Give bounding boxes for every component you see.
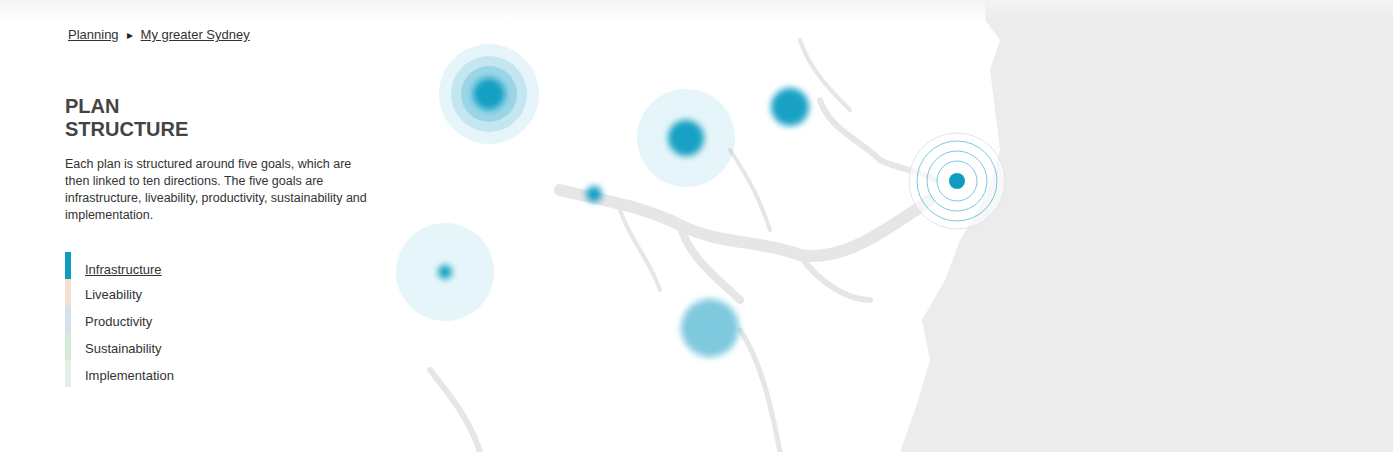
hub-marker[interactable] — [771, 88, 809, 126]
marker-ring — [917, 141, 997, 221]
breadcrumb: Planning ▸ My greater Sydney — [65, 27, 385, 43]
marker-halo — [396, 223, 494, 321]
plan-structure-page: Planning ▸ My greater Sydney PLANSTRUCTURE E… — [0, 0, 1393, 452]
goal-label[interactable]: Productivity — [71, 309, 152, 330]
marker-halo — [637, 89, 735, 187]
goal-label[interactable]: Sustainability — [71, 336, 162, 357]
breadcrumb-separator-icon: ▸ — [127, 27, 133, 43]
hub-marker[interactable] — [681, 299, 739, 357]
marker-core — [473, 78, 505, 110]
title-line: STRUCTURE — [65, 118, 385, 141]
top-shadow — [0, 0, 1393, 20]
marker-core — [771, 88, 809, 126]
waterways — [430, 40, 935, 452]
goal-item[interactable]: Sustainability — [65, 333, 385, 360]
hub-marker[interactable] — [909, 133, 1005, 229]
breadcrumb-link[interactable]: Planning — [68, 27, 119, 43]
goal-item[interactable]: Productivity — [65, 306, 385, 333]
hub-marker[interactable] — [637, 89, 735, 187]
panel-title: PLANSTRUCTURE — [65, 95, 385, 141]
marker-core — [438, 265, 452, 279]
marker-halo — [439, 44, 539, 144]
land-mass — [900, 0, 1393, 452]
goal-color-bar — [65, 360, 71, 387]
goal-item[interactable]: Infrastructure — [65, 252, 385, 279]
goal-label[interactable]: Implementation — [71, 363, 174, 384]
marker-core — [681, 299, 739, 357]
title-line: PLAN — [65, 95, 385, 118]
marker-ring — [927, 151, 987, 211]
goal-color-bar — [65, 306, 71, 333]
info-panel: Planning ▸ My greater Sydney PLANSTRUCTURE E… — [0, 0, 385, 387]
goal-color-bar — [65, 279, 71, 306]
goal-label[interactable]: Infrastructure — [71, 253, 162, 278]
goal-color-bar — [65, 333, 71, 360]
marker-core — [949, 173, 965, 189]
marker-ring — [937, 161, 977, 201]
goal-list: Infrastructure Liveability Productivity Sus… — [65, 252, 385, 387]
goal-item[interactable]: Implementation — [65, 360, 385, 387]
goal-color-bar — [65, 252, 71, 279]
hub-marker[interactable] — [439, 44, 539, 144]
marker-core — [586, 186, 602, 202]
marker-halo — [909, 133, 1005, 229]
marker-halo — [451, 56, 527, 132]
hub-marker[interactable] — [396, 223, 494, 321]
marker-core — [668, 120, 704, 156]
goal-item[interactable]: Liveability — [65, 279, 385, 306]
hub-marker[interactable] — [586, 186, 602, 202]
sydney-map[interactable] — [0, 0, 1393, 452]
panel-description: Each plan is structured around five goal… — [65, 156, 375, 224]
marker-halo — [461, 66, 517, 122]
goal-label[interactable]: Liveability — [71, 282, 142, 303]
breadcrumb-link[interactable]: My greater Sydney — [141, 27, 250, 43]
